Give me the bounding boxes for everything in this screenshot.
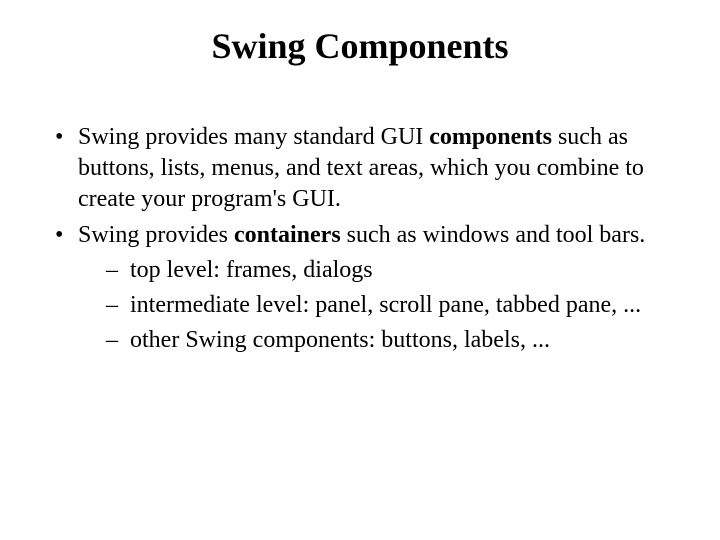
bullet-text: Swing provides	[78, 222, 234, 248]
bullet-list: Swing provides many standard GUI compone…	[30, 122, 690, 356]
sub-bullet-item: other Swing components: buttons, labels,…	[106, 325, 690, 356]
sub-bullet-list: top level: frames, dialogs intermediate …	[78, 255, 690, 357]
page-title: Swing Components	[30, 25, 690, 67]
bullet-item: Swing provides containers such as window…	[50, 220, 690, 357]
bullet-text: such as windows and tool bars.	[341, 222, 646, 248]
bullet-text: Swing provides many standard GUI	[78, 124, 429, 150]
bullet-bold: containers	[234, 222, 341, 248]
sub-bullet-item: top level: frames, dialogs	[106, 255, 690, 286]
sub-bullet-item: intermediate level: panel, scroll pane, …	[106, 290, 690, 321]
bullet-bold: components	[429, 124, 552, 150]
bullet-item: Swing provides many standard GUI compone…	[50, 122, 690, 216]
